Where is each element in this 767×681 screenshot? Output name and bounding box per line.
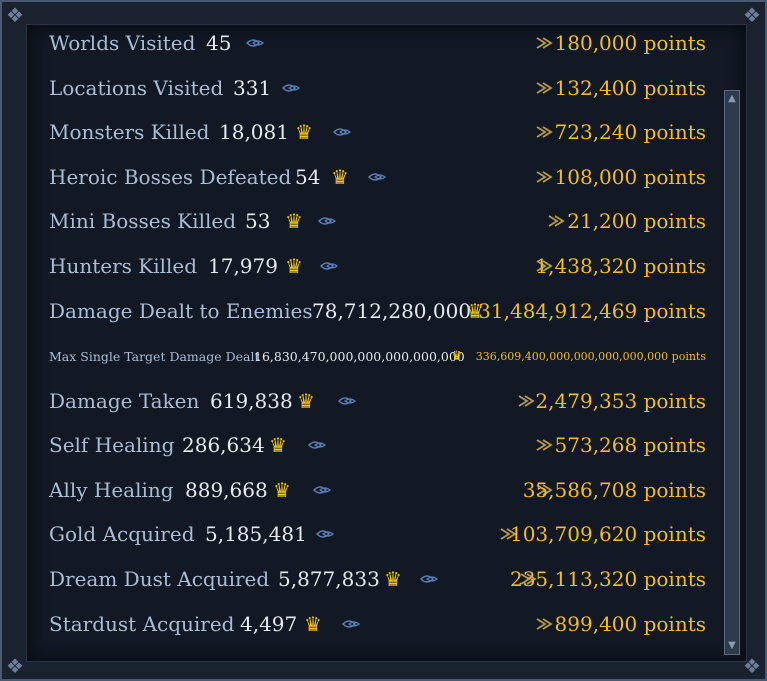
- stat-label: Damage Dealt to Enemies: [49, 299, 313, 323]
- stat-label: Worlds Visited: [49, 31, 196, 55]
- stat-row: Dream Dust Acquired 5,877,833 ♛ 235,113,32…: [27, 557, 706, 601]
- stat-value: 45: [206, 31, 232, 55]
- crown-icon: ♛: [285, 254, 303, 278]
- stat-label: Heroic Bosses Defeated: [49, 165, 292, 189]
- stat-value: 331: [233, 76, 272, 100]
- arrow-icon: [367, 171, 553, 183]
- stat-points: 573,268 points: [554, 433, 706, 457]
- stat-row: Damage Dealt to Enemies 78,712,280,000 ♛ 31…: [27, 289, 706, 333]
- stat-row: Max Single Target Damage Dealt 16,830,470…: [27, 334, 706, 378]
- stat-row: Gold Acquired 5,185,481 103,709,620 point…: [27, 512, 706, 556]
- stat-row: Self Healing 286,634 ♛ 573,268 points: [27, 423, 706, 467]
- stat-row: Ally Healing 889,668 ♛ 35,586,708 points: [27, 468, 706, 512]
- scroll-down-icon[interactable]: ▼: [725, 638, 739, 654]
- crown-icon: ♛: [331, 165, 349, 189]
- arrow-icon: [341, 618, 553, 630]
- crown-icon: ♛: [295, 120, 313, 144]
- stat-value: 78,712,280,000: [312, 299, 472, 323]
- stat-value: 4,497: [240, 612, 298, 636]
- stat-row: Locations Visited 331 132,400 points: [27, 66, 706, 110]
- stat-row: Worlds Visited 45 180,000 points: [27, 25, 706, 65]
- stat-label: Gold Acquired: [49, 522, 195, 546]
- stat-label: Mini Bosses Killed: [49, 209, 237, 233]
- stat-points: 35,586,708 points: [522, 478, 706, 502]
- stat-points: 899,400 points: [554, 612, 706, 636]
- arrow-icon: [245, 37, 553, 49]
- arrow-icon: [312, 484, 553, 496]
- crown-icon: ♛: [384, 567, 402, 591]
- crown-icon: ♛: [451, 348, 463, 364]
- crown-icon: ♛: [285, 209, 303, 233]
- crown-icon: ♛: [269, 433, 287, 457]
- stat-label: Self Healing: [49, 433, 175, 457]
- stat-value: 889,668: [185, 478, 268, 502]
- stat-row: Heroic Bosses Defeated 54 ♛ 108,000 points: [27, 155, 706, 199]
- stat-row: Monsters Killed 18,081 ♛ 723,240 points: [27, 110, 706, 154]
- arrow-icon: [337, 395, 535, 407]
- stat-row: Damage Taken 619,838 ♛ 2,479,353 points: [27, 379, 706, 423]
- stat-value: 16,830,470,000,000,000,000,000: [254, 348, 465, 364]
- stat-label: Damage Taken: [49, 389, 200, 413]
- corner-ornament-icon: ❖: [6, 654, 24, 678]
- stat-label: Hunters Killed: [49, 254, 198, 278]
- stat-row: Stardust Acquired 4,497 ♛ 899,400 points: [27, 602, 706, 646]
- stat-points: 1,438,320 points: [535, 254, 706, 278]
- arrow-icon: [319, 260, 553, 272]
- stat-label: Stardust Acquired: [49, 612, 235, 636]
- crown-icon: ♛: [297, 389, 315, 413]
- stat-value: 18,081: [219, 120, 289, 144]
- stat-points: 723,240 points: [554, 120, 706, 144]
- stat-value: 5,877,833: [278, 567, 380, 591]
- stat-points: 132,400 points: [554, 76, 706, 100]
- stats-list: Worlds Visited 45 180,000 points Locations…: [26, 24, 747, 662]
- crown-icon: ♛: [273, 478, 291, 502]
- scrollbar[interactable]: ▲ ▼: [724, 90, 740, 655]
- stat-points: 103,709,620 points: [509, 522, 706, 546]
- stat-row: Hunters Killed 17,979 ♛ 1,438,320 points: [27, 244, 706, 288]
- scroll-up-icon[interactable]: ▲: [725, 91, 739, 107]
- corner-ornament-icon: ❖: [6, 3, 24, 27]
- stat-points: 108,000 points: [554, 165, 706, 189]
- stat-label: Ally Healing: [49, 478, 174, 502]
- stat-points: 180,000 points: [554, 31, 706, 55]
- stat-points: 31,484,912,469 points: [478, 299, 706, 323]
- stat-points: 21,200 points: [567, 209, 706, 233]
- stat-points: 235,113,320 points: [509, 567, 706, 591]
- arrow-icon: [332, 126, 553, 138]
- arrow-icon: [317, 215, 565, 227]
- arrow-icon: [315, 528, 517, 540]
- stat-row: Mini Bosses Killed 53 ♛ 21,200 points: [27, 199, 706, 243]
- stat-value: 17,979: [208, 254, 278, 278]
- arrow-icon: [281, 82, 553, 94]
- stat-points: 2,479,353 points: [535, 389, 706, 413]
- stat-value: 619,838: [210, 389, 293, 413]
- crown-icon: ♛: [304, 612, 322, 636]
- stat-value: 286,634: [182, 433, 265, 457]
- stat-value: 54: [295, 165, 321, 189]
- stat-label: Dream Dust Acquired: [49, 567, 270, 591]
- stat-value: 53: [245, 209, 271, 233]
- stat-label: Max Single Target Damage Dealt: [49, 348, 260, 364]
- stats-window: ❖ ❖ ❖ ❖ Worlds Visited 45 180,000 points L…: [0, 0, 767, 681]
- stat-label: Monsters Killed: [49, 120, 210, 144]
- arrow-icon: [307, 439, 553, 451]
- stat-points: 336,609,400,000,000,000,000,000 points: [475, 349, 706, 363]
- stat-label: Locations Visited: [49, 76, 224, 100]
- stat-value: 5,185,481: [205, 522, 307, 546]
